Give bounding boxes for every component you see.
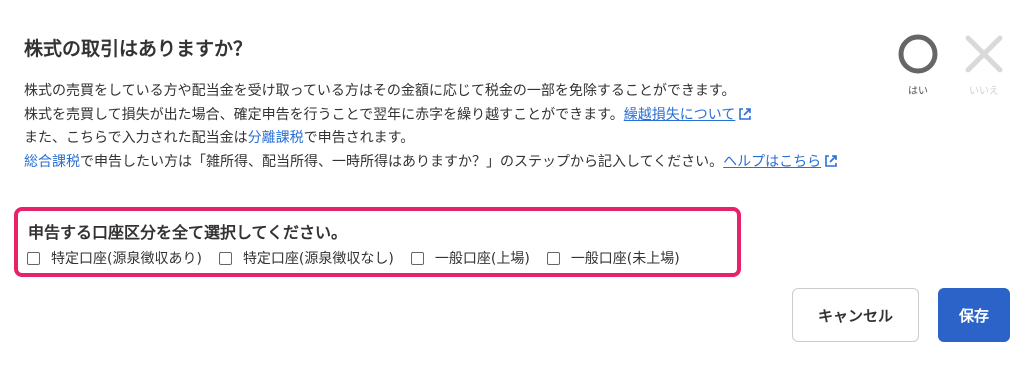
checkbox-box[interactable] [218,251,232,265]
checkbox-box[interactable] [546,251,560,265]
circle-icon [898,34,938,74]
checkbox-box[interactable] [27,251,40,265]
help-link[interactable]: ヘルプはこちら [723,154,821,170]
account-type-options: 特定口座(源泉徴収あり) 特定口座(源泉徴収なし) 一般口座(上場) 一般口座(… [27,248,680,268]
description-line-2-text: 株式を売買して損失が出た場合、確定申告を行うことで翌年に赤字を繰り越すことができ… [24,106,624,123]
account-type-heading: 申告する口座区分を全て選択してください。 [28,223,348,242]
account-type-section: 申告する口座区分を全て選択してください。 特定口座(源泉徴収あり) 特定口座(源… [14,207,741,277]
description-line-3: また、こちらで入力された配当金は分離課税で申告されます。 [24,127,864,151]
checkbox-label: 特定口座(源泉徴収あり) [51,251,202,267]
checkbox-specific-no-withholding[interactable]: 特定口座(源泉徴収なし) [218,248,394,268]
no-answer-button[interactable]: いいえ [960,32,1008,97]
description-line-4-text: で申告したい方は「雑所得、配当所得、一時所得はありますか？」のステップから記入し… [80,153,724,170]
checkbox-label: 特定口座(源泉徴収なし) [242,251,394,267]
checkbox-general-unlisted[interactable]: 一般口座(未上場) [546,248,680,268]
dialog-title: 株式の取引はありますか？ [24,38,253,60]
save-button[interactable]: 保存 [938,288,1010,342]
checkbox-specific-withholding[interactable]: 特定口座(源泉徴収あり) [27,248,202,268]
no-label: いいえ [969,86,999,97]
checkbox-general-listed[interactable]: 一般口座(上場) [410,248,530,268]
external-link-icon[interactable] [823,153,839,169]
cancel-button[interactable]: キャンセル [792,288,919,342]
external-link-icon[interactable] [737,106,753,122]
checkbox-label: 一般口座(未上場) [570,251,680,267]
cross-icon [965,35,1003,73]
carryover-loss-link[interactable]: 繰越損失について [624,107,736,123]
description-line-4: 総合課税で申告したい方は「雑所得、配当所得、一時所得はありますか？」のステップか… [24,151,864,175]
comprehensive-taxation-term[interactable]: 総合課税 [24,154,80,170]
description-line-3-prefix: また、こちらで入力された配当金は [24,130,248,146]
description: 株式の売買をしている方や配当金を受け取っている方はその金額に応じて税金の一部を免… [24,80,864,174]
description-line-1: 株式の売買をしている方や配当金を受け取っている方はその金額に応じて税金の一部を免… [24,83,736,99]
separate-taxation-term[interactable]: 分離課税 [248,130,304,146]
yes-answer-button[interactable]: はい [894,32,942,97]
checkbox-label: 一般口座(上場) [434,251,530,267]
checkbox-box[interactable] [410,251,424,265]
description-line-3-suffix: で申告されます。 [303,130,415,146]
description-line-2: 株式を売買して損失が出た場合、確定申告を行うことで翌年に赤字を繰り越すことができ… [24,104,864,128]
yes-label: はい [908,86,928,97]
